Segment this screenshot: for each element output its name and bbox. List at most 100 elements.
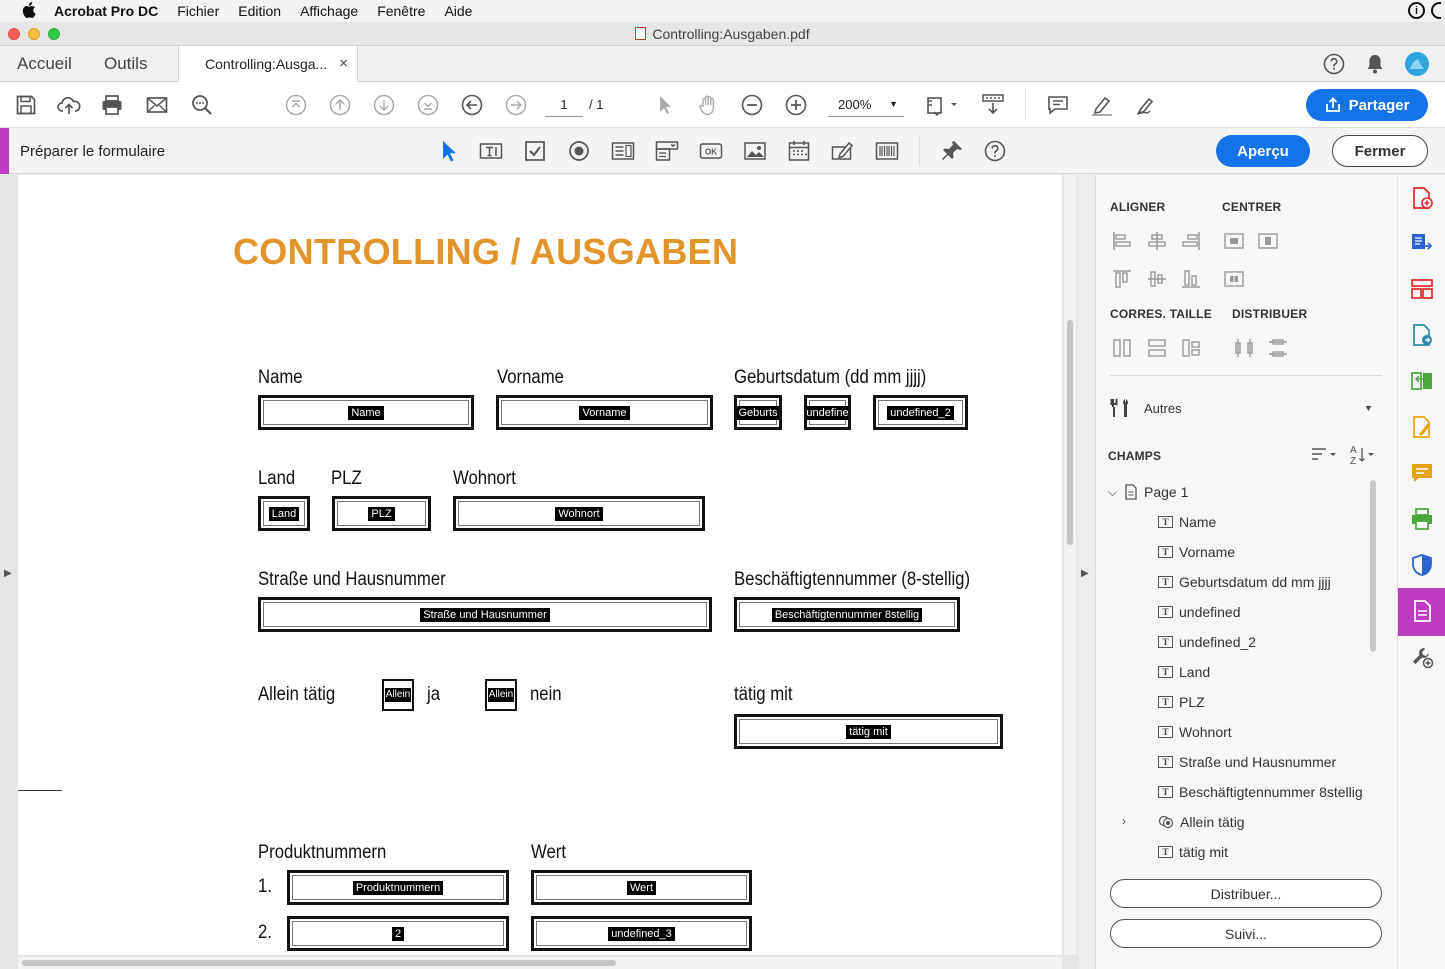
vertical-scrollbar[interactable] <box>1064 175 1076 955</box>
previous-page-icon[interactable] <box>328 93 352 117</box>
chevron-down-icon[interactable]: ▼ <box>1364 403 1373 413</box>
align-middle-icon[interactable] <box>1146 268 1168 290</box>
form-field-geburtsdatum[interactable]: Geburts <box>734 395 782 430</box>
form-field-land[interactable]: Land <box>258 496 310 531</box>
barcode-tool-icon[interactable] <box>875 139 899 163</box>
share-button[interactable]: Partager <box>1306 89 1428 121</box>
form-field-strasse[interactable]: Straße und Hausnummer <box>258 597 712 632</box>
create-pdf-icon[interactable] <box>1410 186 1434 210</box>
organize-pages-icon[interactable] <box>1410 277 1434 301</box>
form-field-beschaeftigtennummer[interactable]: Beschäftigtennummer 8stellig <box>734 597 960 632</box>
left-panel-expand-icon[interactable]: ▶ <box>4 568 12 579</box>
dropdown-tool-icon[interactable] <box>655 139 679 163</box>
zoom-out-icon[interactable] <box>740 93 764 117</box>
print-production-icon[interactable] <box>1410 507 1434 531</box>
zoom-level-select[interactable]: 200% ▼ <box>828 92 904 117</box>
image-field-tool-icon[interactable] <box>743 139 767 163</box>
sort-order-icon[interactable] <box>1310 443 1338 465</box>
form-field-undefined[interactable]: undefine <box>804 395 851 430</box>
vertical-scroll-thumb[interactable] <box>1067 320 1073 545</box>
tree-field-item[interactable]: T Wohnort <box>1158 724 1232 740</box>
save-icon[interactable] <box>14 93 38 117</box>
tree-field-item[interactable]: Tundefined_2 <box>1158 634 1256 650</box>
match-height-icon[interactable] <box>1111 337 1133 359</box>
form-field-taetig-mit[interactable]: tätig mit <box>734 714 1003 749</box>
menu-affichage[interactable]: Affichage <box>300 3 358 19</box>
protect-shield-icon[interactable] <box>1410 553 1434 577</box>
fill-sign-icon[interactable] <box>1410 415 1434 439</box>
tree-field-item[interactable]: T Geburtsdatum dd mm jjjj <box>1158 574 1331 590</box>
window-zoom-button[interactable] <box>48 28 60 40</box>
menu-edition[interactable]: Edition <box>238 3 281 19</box>
tree-field-item[interactable]: T Vorname <box>1158 544 1235 560</box>
form-field-vorname[interactable]: Vorname <box>496 395 713 430</box>
email-icon[interactable] <box>145 93 169 117</box>
distribute-button[interactable]: Distribuer... <box>1110 879 1382 908</box>
chevron-down-icon[interactable]: ⌵ <box>1108 485 1118 500</box>
comment-tool-icon[interactable] <box>1410 461 1434 485</box>
list-box-tool-icon[interactable] <box>611 139 635 163</box>
signature-field-tool-icon[interactable] <box>831 139 855 163</box>
match-width-icon[interactable] <box>1146 337 1168 359</box>
forward-view-icon[interactable] <box>504 93 528 117</box>
horizontal-scrollbar[interactable] <box>18 957 1062 969</box>
user-avatar-icon[interactable] <box>1405 52 1429 81</box>
zoom-in-icon[interactable] <box>784 93 808 117</box>
button-tool-icon[interactable]: OK <box>699 139 723 163</box>
tree-page-1[interactable]: ⌵ Page 1 <box>1108 484 1188 500</box>
align-center-horizontal-icon[interactable] <box>1146 230 1168 252</box>
tab-outils[interactable]: Outils <box>104 46 147 82</box>
menu-fichier[interactable]: Fichier <box>177 3 219 19</box>
sort-alpha-icon[interactable]: AZ <box>1348 443 1376 467</box>
checkbox-tool-icon[interactable] <box>523 139 547 163</box>
tree-field-item[interactable]: Tundefined <box>1158 604 1241 620</box>
horizontal-scroll-thumb[interactable] <box>22 960 616 966</box>
preview-button[interactable]: Aperçu <box>1216 135 1310 167</box>
last-page-icon[interactable] <box>416 93 440 117</box>
form-field-produktnummern[interactable]: Produktnummern <box>287 870 509 905</box>
page-fit-icon[interactable] <box>925 93 959 117</box>
form-field-produkt-2[interactable]: 2 <box>287 916 509 951</box>
sign-pen-icon[interactable] <box>1134 93 1158 117</box>
tree-field-item[interactable]: T Straße und Hausnummer <box>1158 754 1336 770</box>
extra-status-icon[interactable] <box>1431 2 1441 19</box>
search-zoom-icon[interactable] <box>190 93 214 117</box>
form-field-wert[interactable]: Wert <box>531 870 752 905</box>
tree-field-item[interactable]: T Beschäftigtennummer 8stellig <box>1158 784 1363 800</box>
tree-field-item[interactable]: Ttätig mit <box>1158 844 1228 860</box>
notifications-bell-icon[interactable] <box>1365 53 1385 80</box>
tree-field-item[interactable]: T Name <box>1158 514 1216 530</box>
checkbox-allein-nein[interactable]: Allein <box>485 679 517 711</box>
prepare-form-tool-icon[interactable] <box>1410 599 1434 623</box>
form-field-wohnort[interactable]: Wohnort <box>453 496 705 531</box>
center-vertical-icon[interactable] <box>1257 230 1279 252</box>
align-left-icon[interactable] <box>1111 230 1133 252</box>
help-icon[interactable] <box>1323 53 1345 80</box>
center-horizontal-icon[interactable] <box>1223 230 1245 252</box>
app-menu[interactable]: Acrobat Pro DC <box>54 3 158 19</box>
back-view-icon[interactable] <box>460 93 484 117</box>
cloud-upload-icon[interactable] <box>57 93 81 117</box>
apple-menu-icon[interactable] <box>22 1 40 21</box>
close-form-button[interactable]: Fermer <box>1332 135 1428 167</box>
compare-files-icon[interactable] <box>1410 369 1434 393</box>
form-field-name[interactable]: Name <box>258 395 474 430</box>
form-field-plz[interactable]: PLZ <box>332 496 431 531</box>
align-bottom-icon[interactable] <box>1180 268 1202 290</box>
tab-close-icon[interactable]: × <box>339 55 348 72</box>
center-both-icon[interactable] <box>1223 268 1245 290</box>
date-field-tool-icon[interactable] <box>787 139 811 163</box>
export-pdf-icon[interactable] <box>1410 231 1434 255</box>
send-for-review-icon[interactable] <box>1410 323 1434 347</box>
select-cursor-icon[interactable] <box>652 93 676 117</box>
window-minimize-button[interactable] <box>28 28 40 40</box>
text-field-tool-icon[interactable] <box>479 139 503 163</box>
form-field-undefined-2[interactable]: undefined_2 <box>873 395 968 430</box>
right-panel-collapse-icon[interactable]: ▶ <box>1081 568 1089 579</box>
hand-tool-icon[interactable] <box>696 93 720 117</box>
print-icon[interactable] <box>100 93 124 117</box>
window-close-button[interactable] <box>8 28 20 40</box>
menu-aide[interactable]: Aide <box>444 3 472 19</box>
select-object-icon[interactable] <box>436 139 460 163</box>
tab-document[interactable]: Controlling:Ausga... × <box>178 46 358 82</box>
